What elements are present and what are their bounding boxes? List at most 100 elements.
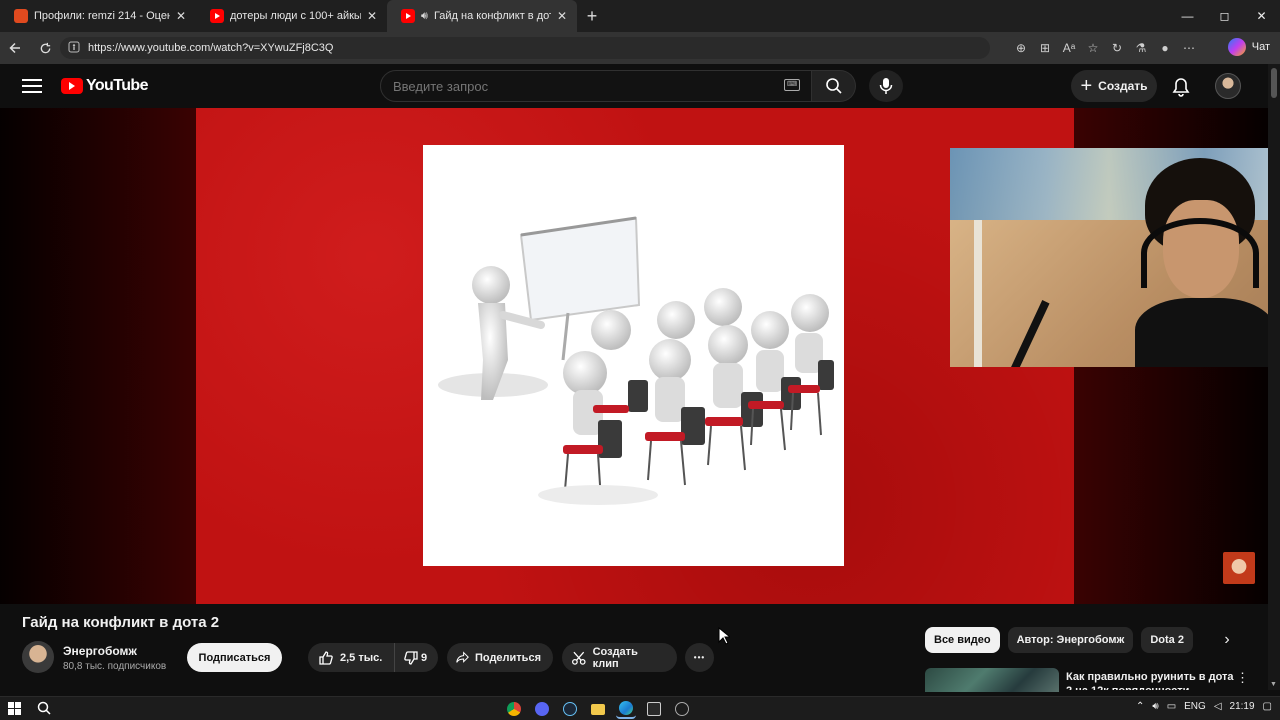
account-avatar[interactable] bbox=[1215, 73, 1241, 99]
chip-by-author[interactable]: Автор: Энергобомж bbox=[1007, 627, 1134, 653]
browser-tab-active[interactable]: 🔊︎ Гайд на конфликт в дота 2 - ✕ bbox=[387, 0, 577, 32]
video-player[interactable] bbox=[0, 108, 1268, 604]
search-box[interactable] bbox=[380, 70, 812, 102]
chrome-icon[interactable] bbox=[507, 702, 521, 716]
chips-next-arrow-icon[interactable]: › bbox=[1217, 630, 1237, 650]
like-dislike-group: 2,5 тыс. 9 bbox=[308, 643, 438, 672]
chip-dota2[interactable]: Dota 2 bbox=[1141, 627, 1193, 653]
thumbs-down-icon bbox=[404, 650, 418, 665]
copilot-label: Чат bbox=[1251, 41, 1270, 53]
recommended-video-thumbnail[interactable] bbox=[925, 668, 1059, 692]
network-icon[interactable]: ▭ bbox=[1167, 701, 1176, 712]
search-input[interactable] bbox=[393, 78, 773, 94]
edge-icon[interactable] bbox=[616, 699, 636, 719]
refresh-page-icon[interactable]: ↻ bbox=[1106, 41, 1128, 55]
profile-icon[interactable]: ● bbox=[1154, 41, 1176, 55]
read-aloud-icon[interactable]: Aᵃ bbox=[1058, 41, 1080, 55]
more-dots-icon: ••• bbox=[693, 653, 706, 662]
windows-taskbar: ⌃ 🔊︎ ▭ ENG ◁ 21:19 ▢ bbox=[0, 696, 1280, 720]
youtube-logo[interactable]: YouTube bbox=[61, 77, 148, 95]
create-button[interactable]: + Создать bbox=[1071, 70, 1157, 102]
tab-close-icon[interactable]: ✕ bbox=[367, 9, 377, 23]
favorite-star-icon[interactable]: ☆ bbox=[1082, 41, 1104, 55]
apps-icon[interactable]: ⊞ bbox=[1034, 41, 1056, 55]
speaker-tray-icon[interactable]: ◁ bbox=[1214, 701, 1222, 712]
create-clip-button[interactable]: Создать клип bbox=[562, 643, 677, 672]
channel-avatar[interactable] bbox=[22, 641, 54, 673]
keyboard-icon[interactable]: ⌨ bbox=[784, 79, 800, 91]
faceit-icon bbox=[14, 9, 28, 23]
tab-close-icon[interactable]: ✕ bbox=[176, 9, 186, 23]
recommended-video-menu-icon[interactable]: ⋮ bbox=[1236, 670, 1249, 686]
windows-start-icon[interactable] bbox=[8, 702, 21, 715]
extensions-icon[interactable]: ⚗ bbox=[1130, 41, 1152, 55]
scrollbar-thumb[interactable] bbox=[1271, 68, 1277, 98]
tab-title: Профили: remzi 214 - Оценки bbox=[34, 10, 170, 22]
streamer-shirt bbox=[1135, 298, 1268, 367]
headphones bbox=[1141, 218, 1259, 288]
site-info-icon[interactable] bbox=[68, 41, 82, 56]
steam-icon[interactable] bbox=[563, 702, 577, 716]
volume-icon[interactable]: 🔊︎ bbox=[1152, 701, 1158, 712]
channel-watermark-avatar[interactable] bbox=[1223, 552, 1255, 584]
scissors-icon bbox=[572, 651, 586, 665]
minimize-button[interactable]: — bbox=[1169, 0, 1206, 32]
back-arrow-icon bbox=[9, 42, 20, 54]
browser-tab-strip: Профили: remzi 214 - Оценки ✕ дотеры люд… bbox=[0, 0, 1280, 32]
scroll-down-icon[interactable]: ▼ bbox=[1270, 681, 1277, 688]
browser-tab[interactable]: Профили: remzi 214 - Оценки ✕ bbox=[0, 0, 196, 32]
taskbar-search-icon[interactable] bbox=[36, 700, 52, 716]
like-button[interactable]: 2,5 тыс. bbox=[308, 643, 395, 672]
search-icon bbox=[825, 78, 842, 94]
speaker-icon[interactable]: 🔊︎ bbox=[421, 10, 428, 23]
maximize-button[interactable]: ◻ bbox=[1206, 0, 1243, 32]
back-button[interactable] bbox=[0, 32, 30, 64]
recommendation-chips: Все видео Автор: Энергобомж Dota 2 bbox=[925, 627, 1201, 653]
tab-title: дотеры люди с 100+ айкью (крон bbox=[230, 10, 361, 22]
language-indicator[interactable]: ENG bbox=[1184, 701, 1206, 712]
search-button[interactable] bbox=[812, 70, 856, 102]
webcam-overlay bbox=[950, 148, 1268, 367]
notifications-bell-icon[interactable] bbox=[1170, 76, 1192, 98]
presentation-slide-image bbox=[423, 145, 844, 566]
discord-icon[interactable] bbox=[535, 702, 549, 716]
subscribe-button[interactable]: Подписаться bbox=[187, 643, 282, 672]
tab-close-icon[interactable]: ✕ bbox=[557, 9, 567, 23]
recommended-video-title[interactable]: Как правильно руинить в дота 2 на 12к по… bbox=[1066, 670, 1236, 690]
youtube-wordmark: YouTube bbox=[86, 77, 148, 94]
translate-icon[interactable]: ⊕ bbox=[1010, 41, 1032, 55]
youtube-header: YouTube ⌨ + Создать bbox=[0, 64, 1268, 108]
share-button[interactable]: Поделиться bbox=[447, 643, 553, 672]
url-text: https://www.youtube.com/watch?v=XYwuZFj8… bbox=[88, 42, 334, 54]
dislike-button[interactable]: 9 bbox=[395, 650, 427, 666]
more-actions-button[interactable]: ••• bbox=[685, 643, 714, 672]
reload-icon bbox=[40, 42, 50, 53]
close-window-button[interactable]: ✕ bbox=[1243, 0, 1280, 32]
voice-search-button[interactable] bbox=[869, 70, 903, 102]
browser-tab[interactable]: дотеры люди с 100+ айкью (крон ✕ bbox=[196, 0, 387, 32]
url-field[interactable]: https://www.youtube.com/watch?v=XYwuZFj8… bbox=[60, 37, 990, 59]
wall-pipe bbox=[974, 220, 982, 367]
app-icon[interactable] bbox=[675, 702, 689, 716]
system-tray: ⌃ 🔊︎ ▭ ENG ◁ 21:19 ▢ bbox=[1128, 701, 1272, 712]
chip-all-videos[interactable]: Все видео bbox=[925, 627, 1000, 653]
address-bar-row: https://www.youtube.com/watch?v=XYwuZFj8… bbox=[0, 32, 1280, 64]
thumbs-up-icon bbox=[319, 650, 333, 665]
subscriber-count: 80,8 тыс. подписчиков bbox=[63, 661, 167, 672]
clock[interactable]: 21:19 bbox=[1230, 701, 1255, 712]
new-tab-button[interactable]: + bbox=[577, 0, 607, 32]
youtube-icon bbox=[210, 9, 224, 23]
create-label: Создать bbox=[1098, 79, 1148, 93]
epic-games-icon[interactable] bbox=[647, 702, 661, 716]
notification-center-icon[interactable]: ▢ bbox=[1263, 701, 1272, 712]
tray-chevron-icon[interactable]: ⌃ bbox=[1136, 701, 1144, 712]
menu-dots-icon[interactable]: ⋯ bbox=[1178, 41, 1200, 55]
microphone-icon bbox=[879, 78, 893, 94]
reload-button[interactable] bbox=[30, 32, 60, 64]
page-scrollbar[interactable]: ▼ bbox=[1268, 64, 1280, 690]
channel-name[interactable]: Энергобомж bbox=[63, 644, 137, 658]
copilot-button[interactable]: Чат bbox=[1227, 38, 1270, 56]
clip-label: Создать клип bbox=[592, 645, 638, 670]
file-explorer-icon[interactable] bbox=[591, 704, 605, 715]
hamburger-menu-icon[interactable] bbox=[22, 76, 42, 96]
